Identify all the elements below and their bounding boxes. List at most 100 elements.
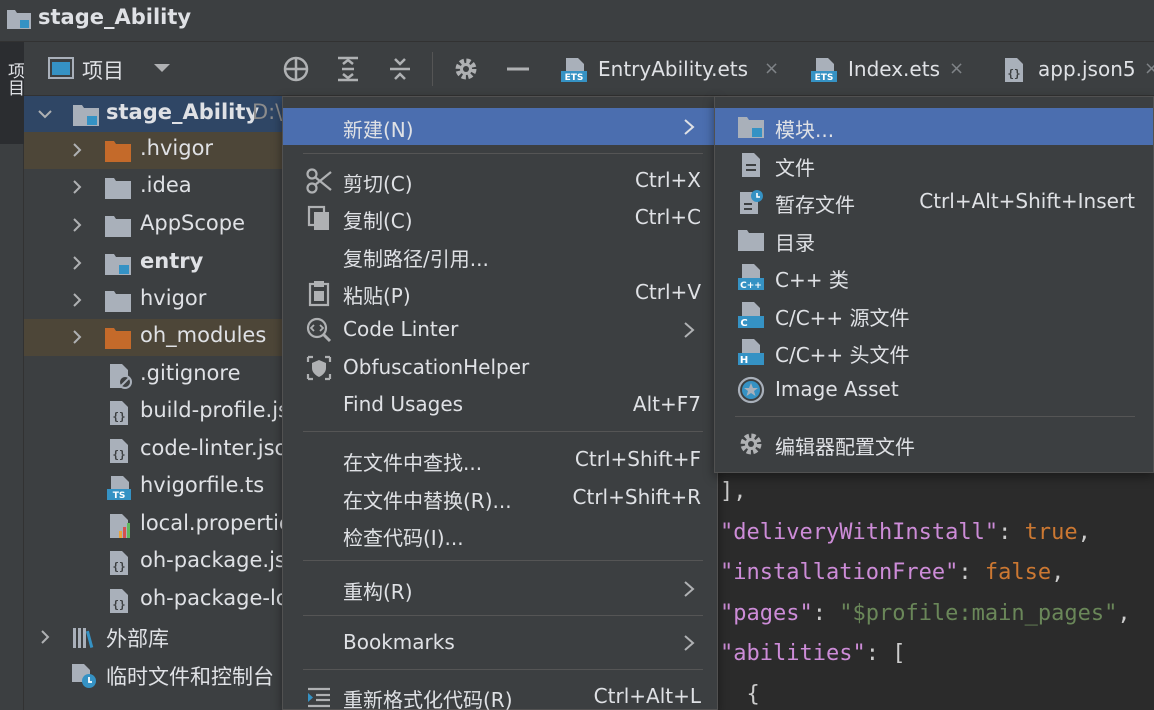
tab-index[interactable]: ETS Index.ets × <box>794 42 982 96</box>
ts-file-icon: TS <box>107 476 131 501</box>
chevron-right-icon[interactable] <box>70 256 84 270</box>
tree-item[interactable]: {} code-linter.jso <box>24 432 282 469</box>
menu-item-copy[interactable]: 复制(C) Ctrl+C <box>283 199 717 236</box>
submenu-item-label: C++ 类 <box>775 268 849 292</box>
tree-external-libraries[interactable]: 外部库 <box>24 619 282 656</box>
tree-item[interactable]: .hvigor <box>24 132 282 169</box>
code-token: , <box>1051 560 1065 585</box>
c-source-icon: C <box>738 302 764 329</box>
close-icon[interactable]: × <box>1144 58 1154 79</box>
submenu-item-cpp-class[interactable]: C++ C++ 类 <box>715 258 1153 295</box>
submenu-item-c-source[interactable]: C C/C++ 源文件 <box>715 296 1153 333</box>
menu-item-obfuscation-helper[interactable]: ObfuscationHelper <box>283 349 717 386</box>
menu-separator <box>303 560 703 561</box>
tab-entryability[interactable]: ETS EntryAbility.ets × <box>544 42 792 96</box>
tree-item-label: .hvigor <box>140 136 214 160</box>
submenu-item-directory[interactable]: 目录 <box>715 221 1153 258</box>
tree-item[interactable]: AppScope <box>24 207 282 244</box>
code-token: : <box>958 560 985 585</box>
menu-item-label: 重构(R) <box>343 580 413 604</box>
project-tool-tab[interactable]: 项目 <box>0 42 24 144</box>
chevron-down-icon[interactable] <box>38 107 52 121</box>
menu-item-label: 在文件中替换(R)... <box>343 489 512 513</box>
svg-text:{}: {} <box>112 448 125 461</box>
tree-root[interactable]: stage_Ability D:\ <box>24 96 282 133</box>
project-view-label[interactable]: 项目 <box>82 55 124 85</box>
submenu-item-image-asset[interactable]: Image Asset <box>715 371 1153 408</box>
tab-app-json5[interactable]: {} app.json5 × <box>984 42 1154 96</box>
submenu-item-c-header[interactable]: H C/C++ 头文件 <box>715 333 1153 370</box>
chevron-right-icon[interactable] <box>70 330 84 344</box>
menu-item-cut[interactable]: 剪切(C) Ctrl+X <box>283 162 717 199</box>
folder-icon <box>105 291 131 312</box>
tree-item[interactable]: .idea <box>24 169 282 206</box>
chevron-right-icon[interactable] <box>70 293 84 307</box>
code-line: { <box>720 682 759 707</box>
tree-item[interactable]: TS hvigorfile.ts <box>24 469 282 506</box>
menu-item-shortcut: Ctrl+Alt+L <box>593 684 701 708</box>
tree-scratches[interactable]: 临时文件和控制台 <box>24 657 282 694</box>
submenu-item-label: C/C++ 源文件 <box>775 306 910 330</box>
menu-item-paste[interactable]: 粘贴(P) Ctrl+V <box>283 274 717 311</box>
submenu-item-module[interactable]: 模块... <box>715 108 1153 145</box>
menu-item-find-usages[interactable]: Find Usages Alt+F7 <box>283 386 717 423</box>
expand-all-icon[interactable] <box>334 55 362 83</box>
tree-item[interactable]: .gitignore <box>24 357 282 394</box>
menu-item-shortcut: Ctrl+Shift+R <box>572 485 701 509</box>
menu-item-label: 粘贴(P) <box>343 284 411 308</box>
locate-icon[interactable] <box>282 55 310 83</box>
close-icon[interactable]: × <box>764 58 779 79</box>
menu-item-inspect-code[interactable]: 检查代码(I)... <box>283 516 717 553</box>
gear-icon[interactable] <box>452 55 480 83</box>
menu-item-reformat-code[interactable]: 重新格式化代码(R) Ctrl+Alt+L <box>283 678 717 710</box>
title-bar: stage_Ability <box>0 0 1154 42</box>
left-tool-strip: 项目 <box>0 42 24 710</box>
chevron-right-icon[interactable] <box>70 180 84 194</box>
close-icon[interactable]: × <box>949 58 964 79</box>
menu-item-replace-in-files[interactable]: 在文件中替换(R)... Ctrl+Shift+R <box>283 479 717 516</box>
menu-item-find-in-files[interactable]: 在文件中查找... Ctrl+Shift+F <box>283 441 717 478</box>
project-toolbar: 项目 <box>24 42 544 96</box>
tree-item-label: AppScope <box>140 211 245 235</box>
code-line: "abilities": [ <box>720 641 905 666</box>
tree-item[interactable]: {} oh-package.js <box>24 544 282 581</box>
json-file-icon: {} <box>1005 58 1023 82</box>
chevron-right-icon[interactable] <box>38 630 52 644</box>
hide-icon[interactable] <box>504 55 532 83</box>
excluded-folder-icon <box>105 328 131 349</box>
code-line: ], <box>720 479 747 504</box>
tree-item-label: code-linter.jso <box>140 436 282 460</box>
chevron-right-icon[interactable] <box>70 143 84 157</box>
menu-item-refactor[interactable]: 重构(R) <box>283 570 717 607</box>
menu-item-label: 重新格式化代码(R) <box>343 688 513 710</box>
menu-item-label: Bookmarks <box>343 630 455 654</box>
tree-item[interactable]: {} oh-package-lo <box>24 582 282 619</box>
menu-item-code-linter[interactable]: Code Linter <box>283 311 717 348</box>
collapse-all-icon[interactable] <box>386 55 414 83</box>
menu-separator <box>303 669 703 670</box>
module-folder-icon <box>105 254 131 275</box>
chevron-right-icon <box>684 119 695 135</box>
menu-item-label: ObfuscationHelper <box>343 355 530 379</box>
dropdown-icon[interactable] <box>152 60 172 76</box>
tree-item[interactable]: local.propertie <box>24 507 282 544</box>
menu-item-bookmarks[interactable]: Bookmarks <box>283 624 717 661</box>
submenu-item-scratch-file[interactable]: 暂存文件 Ctrl+Alt+Shift+Insert <box>715 183 1153 220</box>
svg-text:{}: {} <box>1007 67 1020 80</box>
chevron-right-icon[interactable] <box>70 218 84 232</box>
tree-item-label: local.propertie <box>140 511 282 535</box>
menu-item-label: 复制(C) <box>343 209 413 233</box>
submenu-item-label: 文件 <box>775 156 815 180</box>
cpp-class-icon: C++ <box>738 264 764 291</box>
file-icon <box>742 153 760 177</box>
tree-item[interactable]: entry <box>24 245 282 282</box>
menu-item-shortcut: Ctrl+X <box>634 168 701 192</box>
submenu-item-editorconfig[interactable]: 编辑器配置文件 <box>715 425 1153 462</box>
menu-item-copy-path[interactable]: 复制路径/引用... <box>283 237 717 274</box>
tree-item[interactable]: oh_modules <box>24 319 282 356</box>
tree-item[interactable]: hvigor <box>24 282 282 319</box>
tree-item[interactable]: {} build-profile.js <box>24 394 282 431</box>
submenu-item-file[interactable]: 文件 <box>715 146 1153 183</box>
svg-text:{}: {} <box>112 410 125 423</box>
menu-item-new[interactable]: 新建(N) <box>283 108 717 145</box>
